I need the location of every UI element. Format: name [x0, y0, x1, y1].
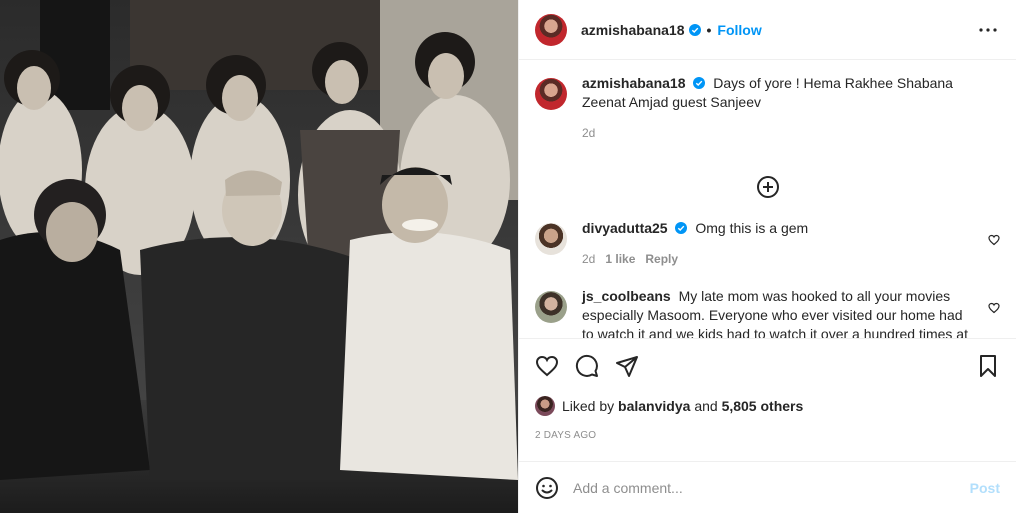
comment-item: js_coolbeans My late mom was hooked to a…	[535, 287, 1000, 338]
likes-conj: and	[694, 398, 718, 414]
comment-likes[interactable]: 1 like	[605, 250, 635, 269]
commenter-avatar[interactable]	[535, 223, 567, 255]
comment-text: Omg this is a gem	[695, 220, 809, 236]
comments-section[interactable]: azmishabana18 Days of yore ! Hema Rakhee…	[519, 60, 1016, 338]
post-date: 2 DAYS AGO	[535, 430, 597, 441]
commenter-username[interactable]: js_coolbeans	[582, 288, 671, 304]
caption-item: azmishabana18 Days of yore ! Hema Rakhee…	[535, 74, 1000, 143]
caption-age: 2d	[582, 126, 596, 140]
like-comment-heart-icon[interactable]	[988, 302, 1000, 314]
save-icon[interactable]	[976, 354, 1000, 378]
verified-icon	[693, 77, 706, 89]
post-header: azmishabana18 • Follow	[519, 0, 1016, 60]
likes-others[interactable]: 5,805 others	[722, 398, 804, 414]
comment-icon[interactable]	[575, 354, 599, 378]
post-side-panel: azmishabana18 • Follow azmishabana18 Day…	[518, 0, 1016, 513]
caption-username[interactable]: azmishabana18	[582, 75, 686, 91]
separator-dot: •	[706, 21, 712, 38]
likes-prefix: Liked by	[562, 398, 615, 414]
verified-icon	[688, 23, 701, 36]
liker-username[interactable]: balanvidya	[618, 398, 690, 414]
emoji-icon[interactable]	[535, 476, 559, 500]
post-photo[interactable]	[0, 0, 518, 513]
comment-item: divyadutta25 Omg this is a gem 2d 1 like…	[535, 219, 1000, 269]
add-circle-icon[interactable]	[756, 175, 780, 199]
like-comment-heart-icon[interactable]	[988, 234, 1000, 246]
post-actions: Liked by balanvidya and 5,805 others 2 D…	[519, 338, 1016, 461]
more-options-icon[interactable]	[976, 18, 1000, 42]
share-icon[interactable]	[615, 354, 639, 378]
liker-avatar[interactable]	[535, 396, 555, 416]
verified-icon	[675, 222, 688, 234]
instagram-post-view: azmishabana18 • Follow azmishabana18 Day…	[0, 0, 1016, 513]
commenter-avatar[interactable]	[535, 291, 567, 323]
comment-input[interactable]	[573, 479, 970, 496]
add-comment-bar: Post	[519, 461, 1016, 513]
author-avatar[interactable]	[535, 13, 567, 46]
reply-button[interactable]: Reply	[645, 250, 678, 269]
heart-icon[interactable]	[535, 354, 559, 378]
vintage-group-photo	[0, 0, 518, 513]
comment-age: 2d	[582, 252, 596, 266]
author-username[interactable]: azmishabana18	[581, 22, 685, 38]
follow-button[interactable]: Follow	[717, 22, 761, 38]
likes-summary[interactable]: Liked by balanvidya and 5,805 others	[535, 396, 1000, 416]
commenter-username[interactable]: divyadutta25	[582, 220, 668, 236]
load-more	[535, 175, 1000, 199]
post-comment-button[interactable]: Post	[970, 480, 1000, 496]
author-avatar[interactable]	[535, 78, 567, 110]
